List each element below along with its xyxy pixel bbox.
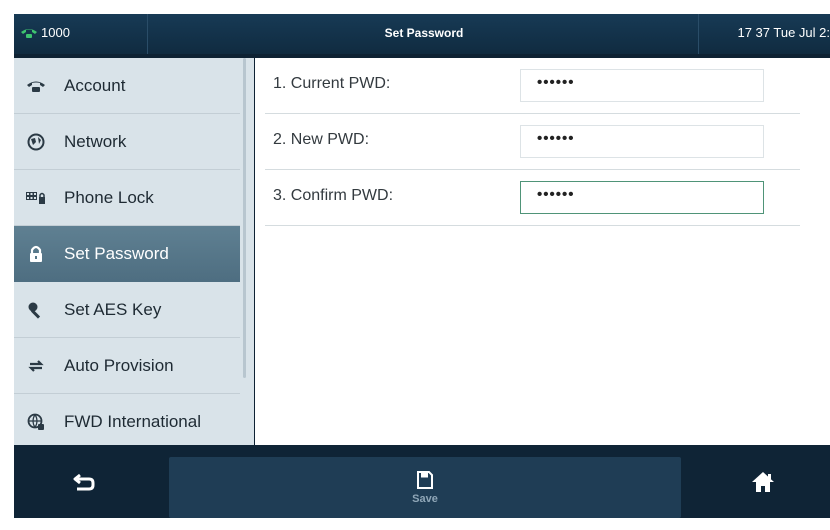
back-button[interactable] xyxy=(69,469,99,495)
sidebar-scrollbar[interactable] xyxy=(243,58,246,378)
confirm-pwd-label: 3. Confirm PWD: xyxy=(273,187,394,204)
sidebar-item-fwd-international[interactable]: FWD International xyxy=(14,394,240,449)
sidebar-item-label: Set Password xyxy=(64,243,169,263)
home-icon xyxy=(752,472,774,492)
status-bar: 1000 Set Password 17 37 Tue Jul 2: xyxy=(14,14,830,54)
softkey-bar: Save xyxy=(14,445,830,518)
sidebar-item-label: Network xyxy=(64,131,127,151)
confirm-pwd-input[interactable]: •••••• xyxy=(520,181,764,214)
globe-icon xyxy=(25,132,47,152)
new-pwd-value: •••••• xyxy=(537,130,575,147)
form-row-new-pwd: 2. New PWD: •••••• xyxy=(265,114,800,170)
password-form: 1. Current PWD: •••••• 2. New PWD: •••••… xyxy=(255,58,830,445)
key-icon xyxy=(25,300,47,320)
sidebar: Account Network Phone Lock Set Password … xyxy=(14,58,254,445)
floppy-disk-icon xyxy=(417,470,433,489)
line-number: 1000 xyxy=(41,25,70,40)
new-pwd-input[interactable]: •••••• xyxy=(520,125,764,158)
new-pwd-label: 2. New PWD: xyxy=(273,131,370,148)
status-divider xyxy=(698,14,699,54)
sync-icon xyxy=(25,356,47,376)
phone-icon xyxy=(25,76,47,96)
page-title: Set Password xyxy=(384,26,464,40)
sidebar-item-label: Set AES Key xyxy=(64,299,162,319)
save-button[interactable]: Save xyxy=(169,457,681,518)
sidebar-item-phone-lock[interactable]: Phone Lock xyxy=(14,170,240,226)
keypad-icon xyxy=(25,188,47,208)
current-pwd-input[interactable]: •••••• xyxy=(520,69,764,102)
form-row-current-pwd: 1. Current PWD: •••••• xyxy=(265,58,800,114)
home-button[interactable] xyxy=(748,468,778,496)
current-pwd-label: 1. Current PWD: xyxy=(273,75,391,92)
sidebar-item-set-password[interactable]: Set Password xyxy=(14,226,240,282)
sidebar-item-label: Phone Lock xyxy=(64,187,154,207)
clock: 17 37 Tue Jul 2: xyxy=(737,25,830,40)
sidebar-item-set-aes-key[interactable]: Set AES Key xyxy=(14,282,240,338)
sidebar-item-auto-provision[interactable]: Auto Provision xyxy=(14,338,240,394)
status-divider xyxy=(147,14,148,54)
back-arrow-icon xyxy=(73,473,95,491)
current-pwd-value: •••••• xyxy=(537,74,575,91)
phone-handset-icon xyxy=(21,28,37,38)
sidebar-item-label: Auto Provision xyxy=(64,355,174,375)
globe-phone-icon xyxy=(25,412,47,432)
sidebar-item-network[interactable]: Network xyxy=(14,114,240,170)
phone-screen: 1000 Set Password 17 37 Tue Jul 2: Accou… xyxy=(14,14,830,518)
sidebar-item-label: FWD International xyxy=(64,411,201,431)
form-row-confirm-pwd: 3. Confirm PWD: •••••• xyxy=(265,170,800,226)
confirm-pwd-value: •••••• xyxy=(537,186,575,203)
sidebar-item-label: Account xyxy=(64,75,126,95)
sidebar-item-account[interactable]: Account xyxy=(14,58,240,114)
lock-icon xyxy=(25,244,47,264)
save-label: Save xyxy=(412,492,438,505)
line-indicator[interactable]: 1000 xyxy=(20,25,70,40)
